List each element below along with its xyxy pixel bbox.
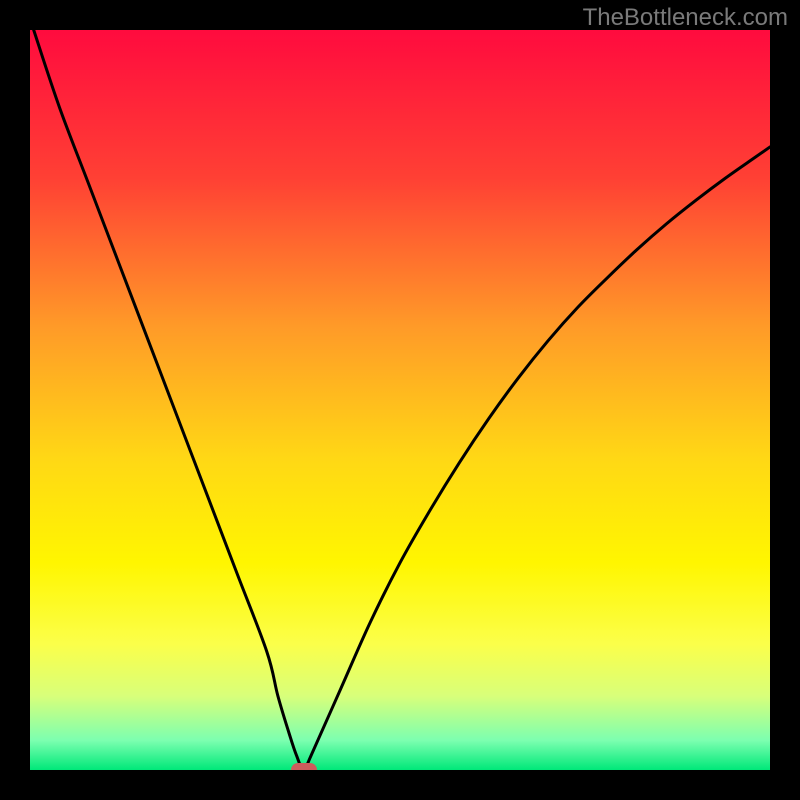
curve-line xyxy=(30,30,770,770)
watermark-text: TheBottleneck.com xyxy=(583,4,788,32)
chart-container: TheBottleneck.com xyxy=(0,0,800,800)
optimal-marker xyxy=(291,763,317,770)
plot-area xyxy=(30,30,770,770)
